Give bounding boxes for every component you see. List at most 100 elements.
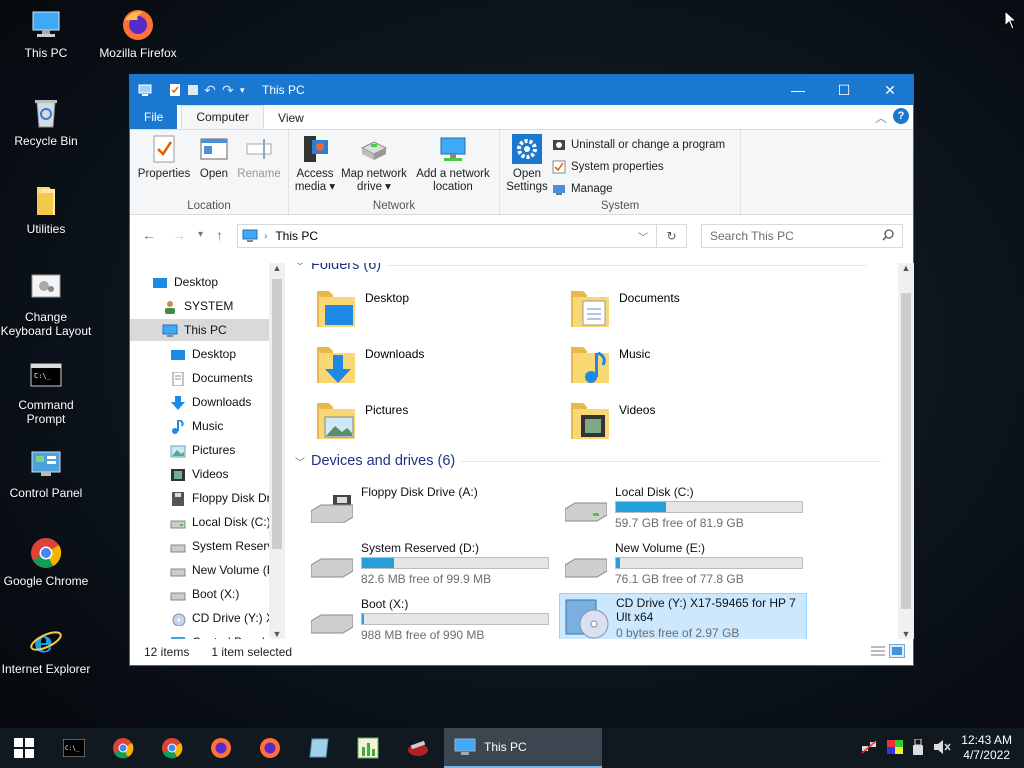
nav-item-music[interactable]: Music (170, 415, 223, 437)
desktop-icon-this-pc[interactable]: This PC (0, 8, 92, 60)
forward-button[interactable]: → (172, 227, 186, 243)
command-prompt-icon: C:\_ (63, 739, 85, 757)
desktop-icon-recycle-bin[interactable]: Recycle Bin (0, 96, 92, 148)
desktop-icon-change-keyboard-layout[interactable]: Change Keyboard Layout (0, 272, 92, 338)
clock[interactable]: 12:43 AM 4/7/2022 (955, 733, 1024, 763)
uninstall-program-button[interactable]: Uninstall or change a program (552, 138, 725, 152)
nav-item-boot-x[interactable]: Boot (X:) (170, 583, 239, 605)
nav-item-system-reserved[interactable]: System Reserve (170, 535, 280, 557)
taskbar-chrome-2[interactable] (154, 734, 190, 762)
desktop-icon-command-prompt[interactable]: C:\_ Command Prompt (0, 360, 92, 426)
nav-item-desktop[interactable]: Desktop (170, 343, 236, 365)
close-button[interactable]: ✕ (867, 75, 913, 105)
refresh-button[interactable]: ↻ (657, 224, 687, 248)
nav-item-control-panel[interactable]: Control Panel (170, 631, 265, 639)
folders-group-header[interactable]: ﹀ Folders (6) (295, 263, 868, 273)
search-box[interactable]: Search This PC (701, 224, 903, 248)
folder-tile-downloads[interactable]: Downloads (315, 343, 424, 385)
drive-tile-floppy[interactable]: Floppy Disk Drive (A:) (305, 481, 555, 533)
chrome-icon (113, 738, 134, 759)
open-button[interactable]: Open (194, 134, 234, 181)
nav-item-local-disk-c[interactable]: Local Disk (C:) (170, 511, 271, 533)
desktop-icon-control-panel[interactable]: Control Panel (0, 448, 92, 500)
content-scrollbar[interactable]: ▲ ▼ (898, 263, 914, 639)
tab-computer[interactable]: Computer (181, 105, 265, 129)
folder-tile-desktop[interactable]: Desktop (315, 287, 409, 329)
scroll-down-arrow-icon[interactable]: ▼ (269, 629, 285, 639)
taskbar-chrome-1[interactable] (105, 734, 141, 762)
scroll-down-arrow-icon[interactable]: ▼ (898, 629, 914, 639)
help-icon[interactable]: ? (893, 108, 909, 124)
nav-item-floppy[interactable]: Floppy Disk Dri (170, 487, 273, 509)
drive-tile-system-reserved-d[interactable]: System Reserved (D:) 82.6 MB free of 99.… (305, 537, 555, 589)
nav-item-new-volume[interactable]: New Volume (E (170, 559, 275, 581)
desktop-icon-internet-explorer[interactable]: e Internet Explorer (0, 624, 92, 676)
folder-tile-videos[interactable]: Videos (569, 399, 655, 441)
nav-item-desktop-root[interactable]: Desktop (152, 271, 218, 293)
map-network-drive-button[interactable]: Map network drive ▾ (337, 134, 411, 194)
nav-item-cd-drive[interactable]: CD Drive (Y:) X (170, 607, 274, 629)
back-button[interactable]: ← (142, 227, 156, 243)
taskbar-this-pc-window[interactable]: This PC (444, 728, 602, 768)
network-tray-icon[interactable] (861, 739, 877, 757)
large-icons-view-icon[interactable] (889, 644, 905, 658)
new-folder-qa-icon[interactable] (186, 83, 200, 97)
drive-tile-local-disk-c[interactable]: Local Disk (C:) 59.7 GB free of 81.9 GB (559, 481, 809, 533)
taskbar-command-prompt[interactable]: C:\_ (56, 734, 92, 762)
address-dropdown-icon[interactable]: ﹀ (638, 229, 648, 244)
navigation-pane-scrollbar[interactable]: ▲ ▼ (269, 263, 285, 639)
nav-item-this-pc[interactable]: This PC (162, 319, 227, 341)
add-network-location-button[interactable]: Add a network location (411, 134, 495, 194)
folder-tile-pictures[interactable]: Pictures (315, 399, 408, 441)
scroll-up-arrow-icon[interactable]: ▲ (269, 263, 285, 273)
nav-item-downloads[interactable]: Downloads (170, 391, 251, 413)
taskbar-app-chart[interactable] (350, 734, 386, 762)
taskbar-app-tools[interactable] (400, 734, 436, 762)
taskbar-app-tablet[interactable] (301, 734, 337, 762)
nav-item-system-user[interactable]: SYSTEM (162, 295, 233, 317)
properties-button[interactable]: Properties (136, 134, 192, 181)
desktop-icon-google-chrome[interactable]: Google Chrome (0, 536, 92, 588)
search-input[interactable]: Search This PC (710, 229, 794, 243)
recent-locations-dropdown[interactable]: ▾ (198, 229, 203, 240)
tab-view[interactable]: View (264, 107, 318, 129)
drive-tile-boot-x[interactable]: Boot (X:) 988 MB free of 990 MB (305, 593, 555, 639)
usb-tray-icon[interactable] (913, 738, 924, 758)
scroll-thumb[interactable] (272, 279, 282, 549)
scroll-thumb[interactable] (901, 293, 911, 609)
open-settings-button[interactable]: Open Settings (504, 134, 550, 194)
customize-qa-dropdown-icon[interactable]: ▾ (240, 83, 254, 97)
scroll-up-arrow-icon[interactable]: ▲ (898, 263, 914, 273)
drive-tile-new-volume-e[interactable]: New Volume (E:) 76.1 GB free of 77.8 GB (559, 537, 809, 589)
desktop-icon-utilities[interactable]: Utilities (0, 184, 92, 236)
nav-item-videos[interactable]: Videos (170, 463, 228, 485)
cd-drive-icon (564, 596, 610, 639)
properties-qa-icon[interactable] (168, 83, 182, 97)
taskbar-firefox-2[interactable] (252, 734, 288, 762)
folder-tile-documents[interactable]: Documents (569, 287, 680, 329)
devices-group-header[interactable]: ﹀ Devices and drives (6) (295, 453, 882, 469)
access-media-button[interactable]: Access media ▾ (293, 134, 337, 194)
taskbar-firefox-1[interactable] (203, 734, 239, 762)
undo-icon[interactable]: ↶ (204, 83, 218, 97)
manage-button[interactable]: Manage (552, 182, 613, 196)
desktop-icon-firefox[interactable]: Mozilla Firefox (92, 8, 184, 60)
folder-tile-music[interactable]: Music (569, 343, 650, 385)
rename-button[interactable]: Rename (234, 134, 284, 181)
redo-icon[interactable]: ↷ (222, 83, 236, 97)
minimize-button[interactable]: — (775, 75, 821, 105)
drive-tile-cd-drive-y[interactable]: CD Drive (Y:) X17-59465 for HP 7 Ult x64… (559, 593, 807, 639)
details-view-icon[interactable] (871, 645, 885, 660)
start-button[interactable] (6, 734, 42, 762)
maximize-button[interactable]: ☐ (821, 75, 867, 105)
ribbon-collapse-icon[interactable]: ︿ (875, 109, 887, 126)
display-tray-icon[interactable] (887, 739, 904, 757)
usage-bar (615, 501, 803, 513)
system-properties-button[interactable]: System properties (552, 160, 664, 174)
address-bar[interactable]: › This PC ﹀ (237, 224, 657, 248)
volume-muted-icon[interactable] (933, 739, 951, 757)
up-button[interactable]: ↑ (216, 227, 223, 243)
tab-file[interactable]: File (130, 105, 178, 129)
nav-item-documents[interactable]: Documents (170, 367, 253, 389)
nav-item-pictures[interactable]: Pictures (170, 439, 235, 461)
